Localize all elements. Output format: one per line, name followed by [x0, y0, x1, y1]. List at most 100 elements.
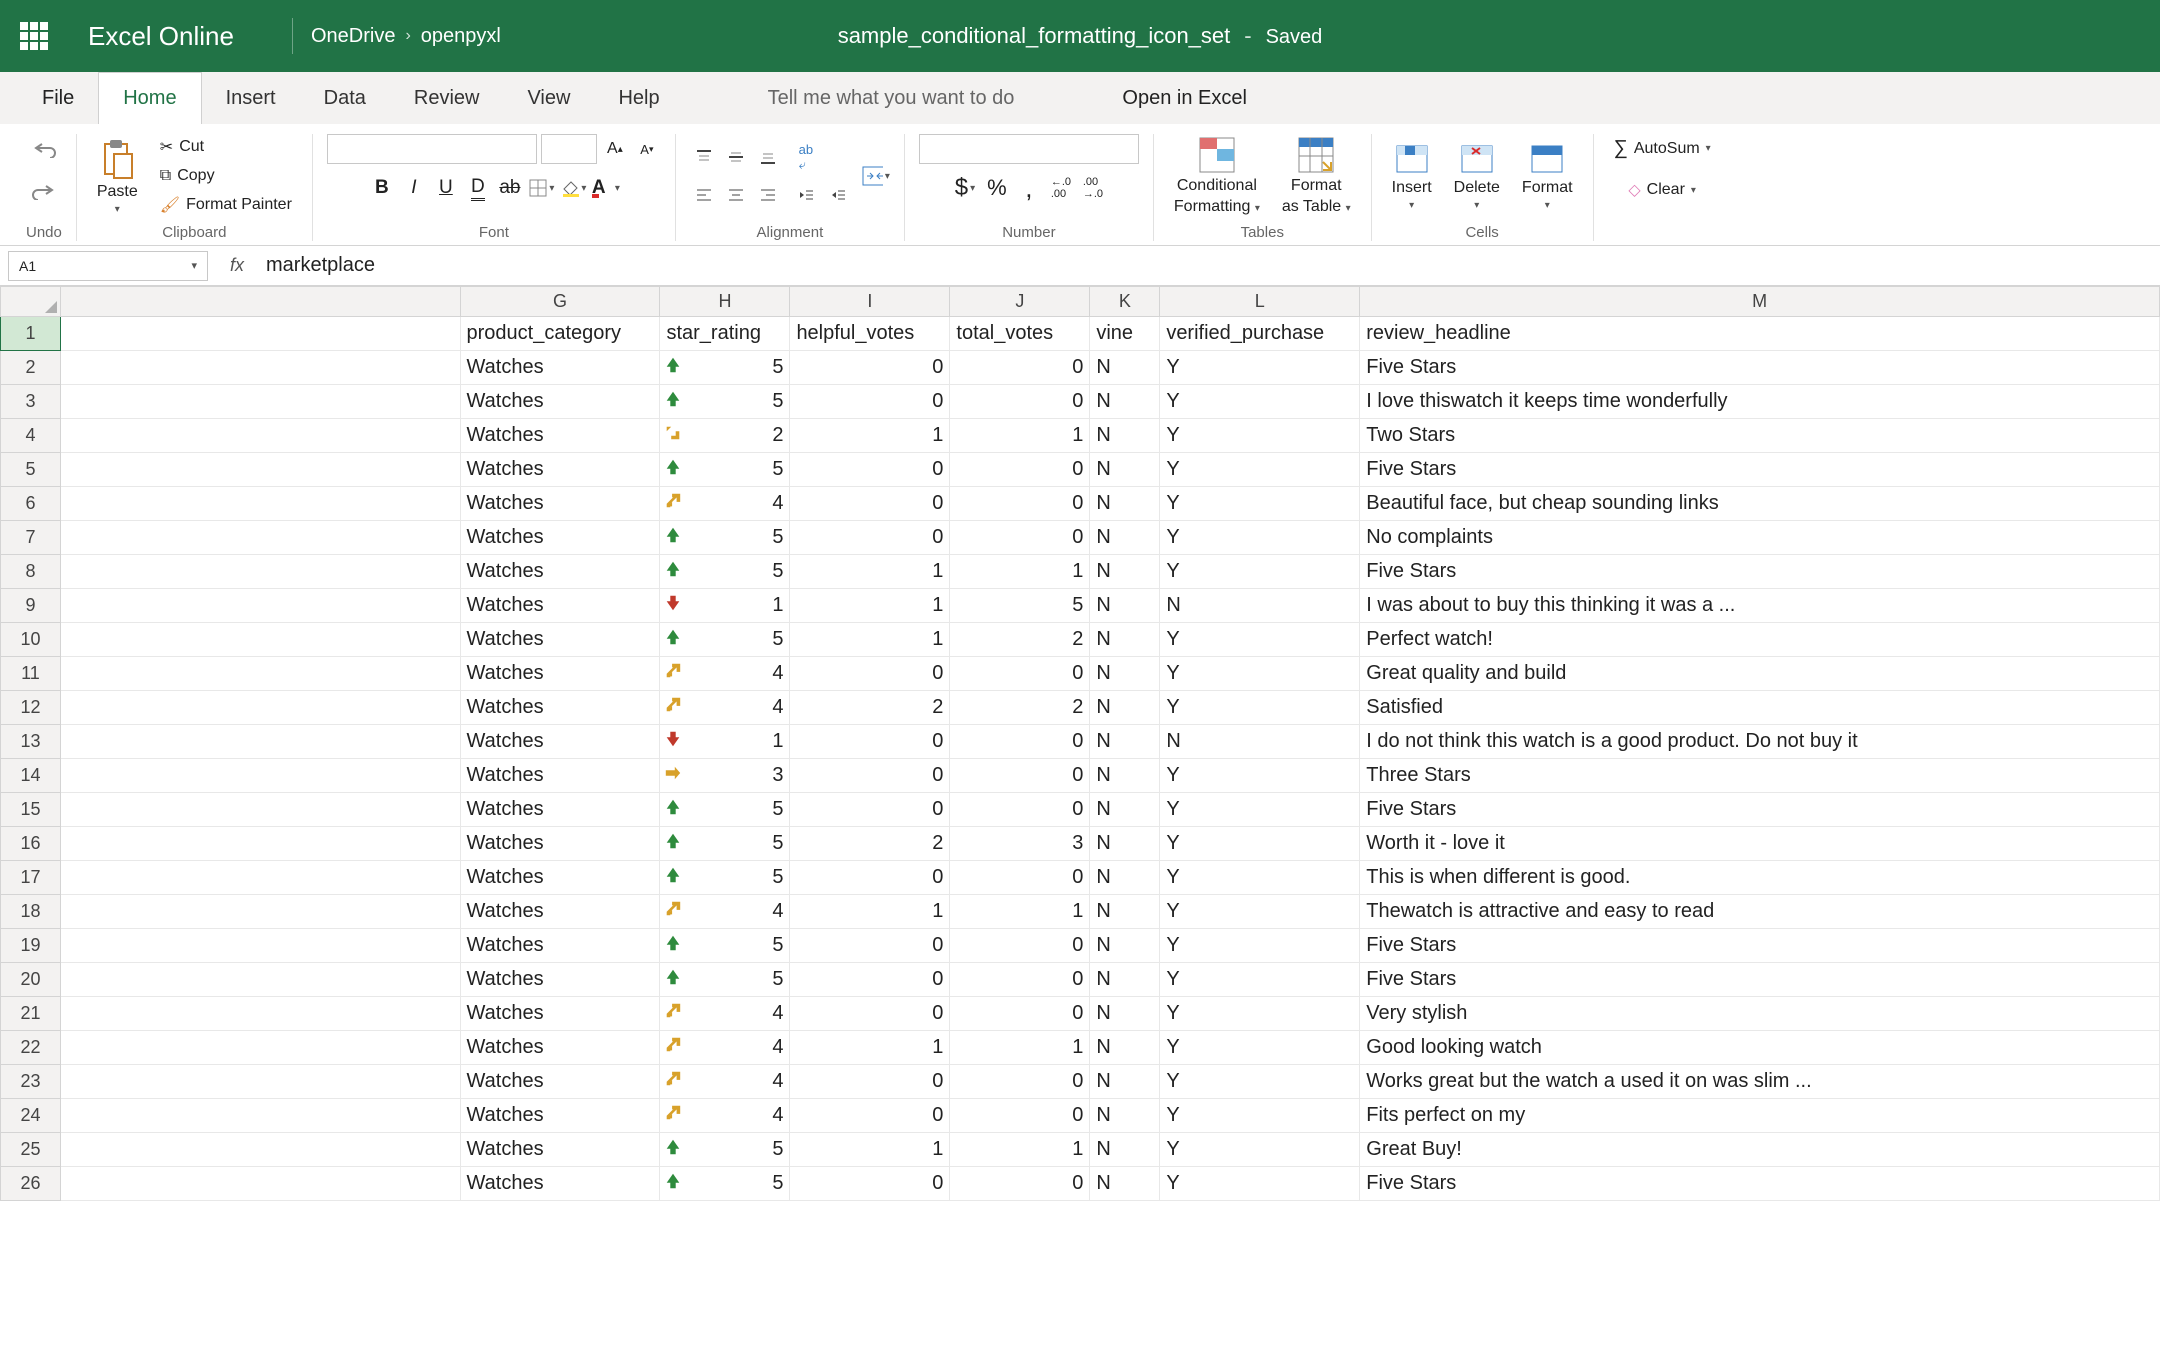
cell[interactable]	[60, 929, 460, 963]
cell[interactable]: 4	[660, 1065, 790, 1099]
row-header[interactable]: 4	[1, 419, 61, 453]
cell[interactable]: 0	[950, 351, 1090, 385]
cell[interactable]: N	[1090, 453, 1160, 487]
cell[interactable]: star_rating	[660, 317, 790, 351]
document-title[interactable]: sample_conditional_formatting_icon_set	[838, 23, 1231, 49]
accounting-format-button[interactable]: $	[951, 174, 979, 202]
row-header[interactable]: 24	[1, 1099, 61, 1133]
cell[interactable]: Y	[1160, 487, 1360, 521]
cell[interactable]: Y	[1160, 929, 1360, 963]
cell[interactable]: 1	[950, 419, 1090, 453]
cell[interactable]: I was about to buy this thinking it was …	[1360, 589, 2160, 623]
fx-icon[interactable]: fx	[230, 255, 244, 276]
cell[interactable]: N	[1090, 555, 1160, 589]
cell[interactable]: Watches	[460, 623, 660, 657]
row-header[interactable]: 10	[1, 623, 61, 657]
double-underline-button[interactable]: D	[464, 174, 492, 202]
cell[interactable]: 2	[790, 691, 950, 725]
cell[interactable]	[60, 895, 460, 929]
align-middle-button[interactable]	[722, 143, 750, 171]
tab-data[interactable]: Data	[300, 73, 390, 124]
cell[interactable]: 1	[790, 555, 950, 589]
bold-button[interactable]: B	[368, 174, 396, 202]
cell[interactable]: Watches	[460, 657, 660, 691]
cell[interactable]: N	[1160, 725, 1360, 759]
font-name-select[interactable]	[327, 134, 537, 164]
undo-button[interactable]	[30, 134, 58, 162]
cell[interactable]	[60, 793, 460, 827]
cell[interactable]: 5	[660, 861, 790, 895]
row-header[interactable]: 12	[1, 691, 61, 725]
number-format-select[interactable]	[919, 134, 1139, 164]
cell[interactable]: Great quality and build	[1360, 657, 2160, 691]
row-header[interactable]: 8	[1, 555, 61, 589]
select-all-corner[interactable]	[1, 287, 61, 317]
delete-cells-button[interactable]: Delete▾	[1448, 140, 1506, 213]
conditional-formatting-button[interactable]: Conditional Formatting ▾	[1168, 134, 1266, 218]
cell[interactable]: N	[1090, 1065, 1160, 1099]
cell[interactable]: 1	[790, 1031, 950, 1065]
cell[interactable]: 4	[660, 1099, 790, 1133]
tab-home[interactable]: Home	[98, 72, 201, 124]
cut-button[interactable]: ✂Cut	[154, 134, 298, 160]
cell[interactable]: Very stylish	[1360, 997, 2160, 1031]
cell[interactable]	[60, 419, 460, 453]
decrease-indent-button[interactable]	[792, 181, 820, 209]
cell[interactable]: Worth it - love it	[1360, 827, 2160, 861]
cell[interactable]: Y	[1160, 351, 1360, 385]
increase-decimal-button[interactable]: ←.0.00	[1047, 174, 1075, 202]
cell[interactable]: 4	[660, 997, 790, 1031]
cell[interactable]: 4	[660, 487, 790, 521]
format-as-table-button[interactable]: Format as Table ▾	[1276, 134, 1357, 218]
format-cells-button[interactable]: Format▾	[1516, 140, 1579, 213]
cell[interactable]: Five Stars	[1360, 555, 2160, 589]
cell[interactable]	[60, 657, 460, 691]
cell[interactable]	[60, 1167, 460, 1201]
cell[interactable]: Watches	[460, 419, 660, 453]
col-K-header[interactable]: K	[1090, 287, 1160, 317]
row-header[interactable]: 17	[1, 861, 61, 895]
name-box[interactable]: A1 ▾	[8, 251, 208, 281]
cell[interactable]: 0	[950, 997, 1090, 1031]
tab-review[interactable]: Review	[390, 73, 504, 124]
cell[interactable]	[60, 1031, 460, 1065]
decrease-decimal-button[interactable]: .00→.0	[1079, 174, 1107, 202]
cell[interactable]: 0	[790, 657, 950, 691]
cell[interactable]	[60, 1133, 460, 1167]
cell[interactable]: N	[1090, 657, 1160, 691]
row-header[interactable]: 5	[1, 453, 61, 487]
cell[interactable]: Y	[1160, 997, 1360, 1031]
row-header[interactable]: 2	[1, 351, 61, 385]
open-in-excel[interactable]: Open in Excel	[1098, 73, 1271, 124]
cell[interactable]: 0	[950, 725, 1090, 759]
cell[interactable]: N	[1090, 1167, 1160, 1201]
cell[interactable]: Y	[1160, 1167, 1360, 1201]
cell[interactable]: Five Stars	[1360, 351, 2160, 385]
row-header[interactable]: 15	[1, 793, 61, 827]
merge-center-button[interactable]	[862, 162, 890, 190]
cell[interactable]: Five Stars	[1360, 793, 2160, 827]
cell[interactable]: 3	[660, 759, 790, 793]
cell[interactable]	[60, 317, 460, 351]
insert-cells-button[interactable]: Insert▾	[1386, 140, 1438, 213]
cell[interactable]	[60, 691, 460, 725]
cell[interactable]: 0	[790, 997, 950, 1031]
underline-button[interactable]: U	[432, 174, 460, 202]
cell[interactable]: 4	[660, 895, 790, 929]
cell[interactable]	[60, 759, 460, 793]
formula-input[interactable]: marketplace	[258, 250, 2160, 281]
cell[interactable]: 0	[790, 385, 950, 419]
row-header[interactable]: 11	[1, 657, 61, 691]
cell[interactable]	[60, 1065, 460, 1099]
cell[interactable]: Y	[1160, 1133, 1360, 1167]
cell[interactable]: Y	[1160, 521, 1360, 555]
cell[interactable]: 1	[790, 589, 950, 623]
col-G-header[interactable]: G	[460, 287, 660, 317]
cell[interactable]: Great Buy!	[1360, 1133, 2160, 1167]
cell[interactable]: Y	[1160, 419, 1360, 453]
cell[interactable]: 0	[950, 793, 1090, 827]
col-blank-header[interactable]	[60, 287, 460, 317]
cell[interactable]	[60, 351, 460, 385]
tab-help[interactable]: Help	[594, 73, 683, 124]
cell[interactable]: Y	[1160, 895, 1360, 929]
